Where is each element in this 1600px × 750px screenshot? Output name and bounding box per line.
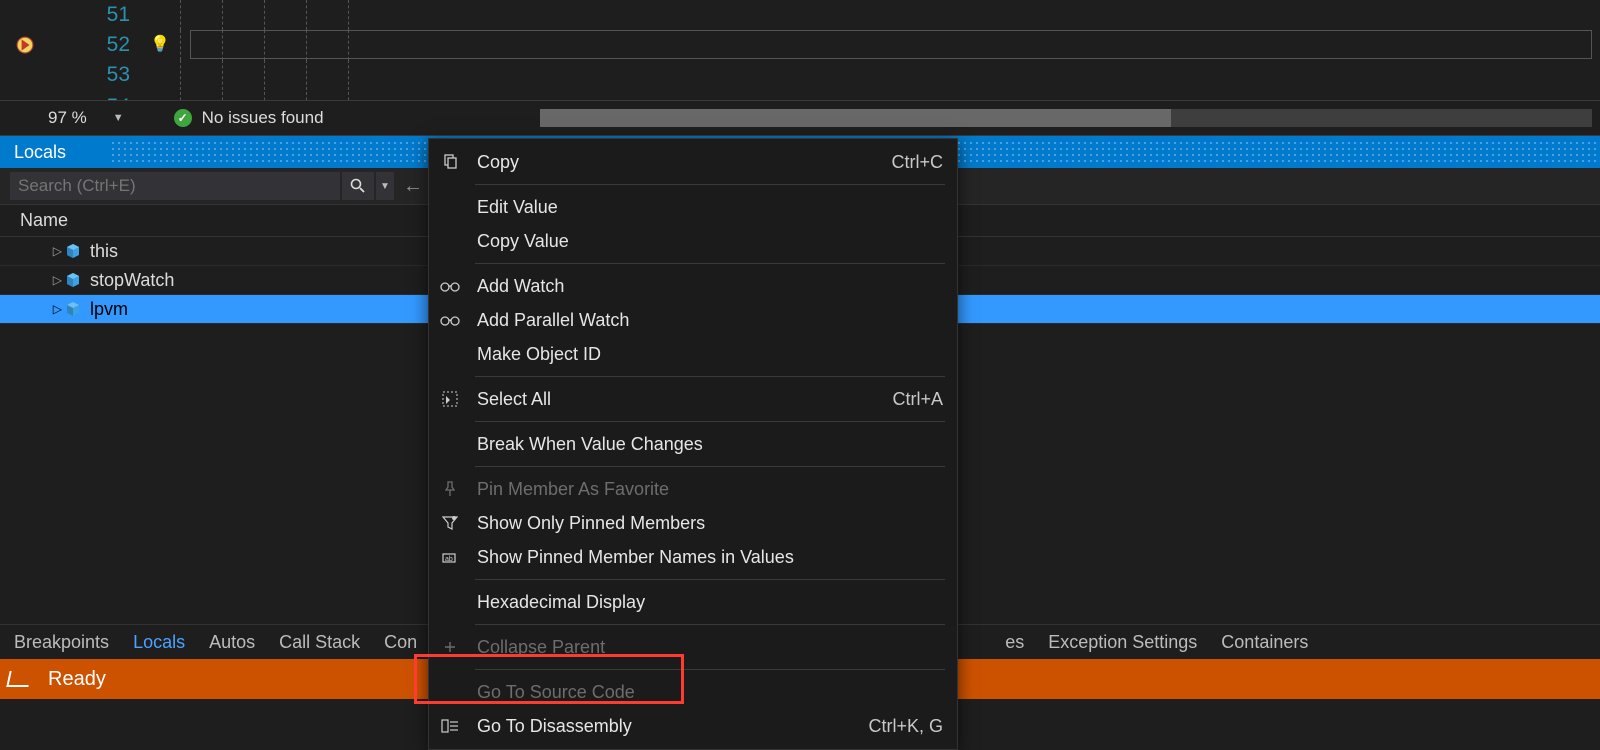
- tab-exception-settings[interactable]: Exception Settings: [1048, 632, 1197, 653]
- object-icon: [62, 243, 84, 259]
- line-number: 52: [50, 30, 140, 60]
- local-name: lpvm: [84, 299, 430, 320]
- lightbulb-icon[interactable]: 💡: [150, 37, 170, 53]
- menu-separator: [475, 466, 945, 467]
- menu-pin-member: Pin Member As Favorite: [429, 472, 957, 506]
- code-editor[interactable]: 51 52 💡 AddComments(lpvm); 53 54: [0, 0, 1600, 100]
- label-icon: ab: [437, 545, 463, 569]
- menu-separator: [475, 579, 945, 580]
- code-line[interactable]: if (dasBlogSettings.SiteConfiguration.En…: [180, 92, 1600, 100]
- menu-copy[interactable]: Copy Ctrl+C: [429, 145, 957, 179]
- tab-breakpoints[interactable]: Breakpoints: [14, 632, 109, 653]
- menu-break-when-changes[interactable]: Break When Value Changes: [429, 427, 957, 461]
- tab-es-cut[interactable]: es: [1005, 632, 1024, 653]
- menu-edit-value[interactable]: Edit Value: [429, 190, 957, 224]
- line-number: 54: [50, 92, 140, 100]
- local-name: stopWatch: [84, 270, 430, 291]
- code-line[interactable]: [180, 0, 1600, 30]
- glasses-icon: [437, 274, 463, 298]
- menu-copy-value[interactable]: Copy Value: [429, 224, 957, 258]
- menu-make-object-id[interactable]: Make Object ID: [429, 337, 957, 371]
- menu-add-parallel-watch[interactable]: Add Parallel Watch: [429, 303, 957, 337]
- back-arrow-icon[interactable]: ←: [396, 172, 430, 200]
- check-icon: ✓: [174, 109, 192, 127]
- status-text: Ready: [48, 668, 106, 691]
- collapse-icon: [437, 635, 463, 659]
- object-icon: [62, 301, 84, 317]
- menu-collapse-parent: Collapse Parent: [429, 630, 957, 664]
- menu-hex-display[interactable]: Hexadecimal Display: [429, 585, 957, 619]
- filter-pin-icon: [437, 511, 463, 535]
- local-name: this: [84, 241, 430, 262]
- menu-show-pinned-names[interactable]: ab Show Pinned Member Names in Values: [429, 540, 957, 574]
- tab-locals[interactable]: Locals: [133, 632, 185, 653]
- glyph-margin: [0, 0, 50, 30]
- code-line[interactable]: AddComments(lpvm);: [180, 30, 1600, 60]
- tab-con-cut[interactable]: Con: [384, 632, 417, 653]
- issues-text: No issues found: [202, 108, 324, 128]
- status-icon[interactable]: [6, 671, 31, 687]
- search-options-dropdown[interactable]: ▼: [376, 172, 394, 200]
- menu-separator: [475, 376, 945, 377]
- tab-containers[interactable]: Containers: [1221, 632, 1308, 653]
- menu-separator: [475, 669, 945, 670]
- column-name-header[interactable]: Name: [0, 210, 430, 231]
- code-line[interactable]: [180, 60, 1600, 90]
- menu-select-all[interactable]: Select All Ctrl+A: [429, 382, 957, 416]
- menu-separator: [475, 263, 945, 264]
- search-input[interactable]: [10, 172, 340, 200]
- disassembly-icon: [437, 714, 463, 738]
- horizontal-scrollbar[interactable]: [540, 109, 1592, 127]
- pin-icon: [437, 477, 463, 501]
- object-icon: [62, 272, 84, 288]
- search-icon[interactable]: [342, 172, 374, 200]
- line-number: 53: [50, 60, 140, 90]
- menu-separator: [475, 184, 945, 185]
- tab-autos[interactable]: Autos: [209, 632, 255, 653]
- panel-title-text: Locals: [14, 142, 66, 163]
- menu-separator: [475, 421, 945, 422]
- chevron-down-icon: ▼: [113, 112, 124, 124]
- editor-info-bar: 97 % ▼ ✓ No issues found ▼: [0, 100, 1600, 136]
- expand-icon[interactable]: ▷: [0, 273, 62, 287]
- svg-text:ab: ab: [445, 556, 453, 563]
- context-menu: Copy Ctrl+C Edit Value Copy Value Add Wa…: [428, 138, 958, 750]
- copy-icon: [437, 150, 463, 174]
- line-number: 51: [50, 0, 140, 30]
- expand-icon[interactable]: ▷: [0, 302, 62, 316]
- menu-goto-disassembly[interactable]: Go To Disassembly Ctrl+K, G: [429, 709, 957, 743]
- zoom-value: 97 %: [48, 108, 87, 128]
- expand-icon[interactable]: ▷: [0, 244, 62, 258]
- zoom-dropdown[interactable]: 97 % ▼: [48, 108, 124, 128]
- tab-call-stack[interactable]: Call Stack: [279, 632, 360, 653]
- select-all-icon: [437, 387, 463, 411]
- glasses-icon: [437, 308, 463, 332]
- menu-goto-source: Go To Source Code: [429, 675, 957, 709]
- menu-add-watch[interactable]: Add Watch: [429, 269, 957, 303]
- menu-show-only-pinned[interactable]: Show Only Pinned Members: [429, 506, 957, 540]
- menu-separator: [475, 624, 945, 625]
- execute-arrow-icon[interactable]: [0, 30, 50, 60]
